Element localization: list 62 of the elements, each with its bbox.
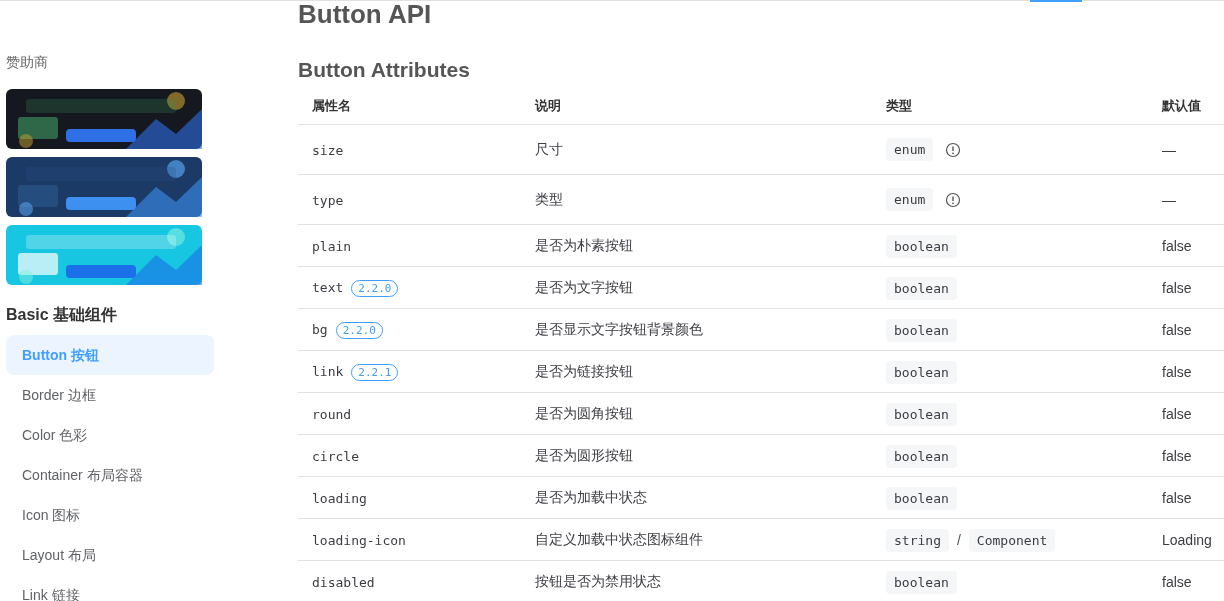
attribute-name: loading	[312, 490, 367, 506]
default-value: false	[1162, 489, 1192, 506]
default-value: —	[1162, 141, 1176, 158]
sponsor-label: 赞助商	[6, 53, 49, 72]
description-text: 是否为链接按钮	[535, 362, 633, 379]
attribute-name: loading-icon	[312, 532, 406, 548]
description-text: 是否为圆角按钮	[535, 404, 633, 421]
type-code: boolean	[886, 360, 957, 384]
attribute-name: type	[312, 192, 344, 208]
nav-item[interactable]: Color 色彩	[6, 415, 214, 455]
description-text: 是否为加载中状态	[535, 488, 647, 505]
attribute-name: bg	[312, 321, 328, 337]
info-icon[interactable]	[945, 192, 962, 209]
default-value: false	[1162, 573, 1192, 590]
active-indicator	[1030, 0, 1082, 2]
type-code: string	[886, 528, 949, 552]
default-value: false	[1162, 405, 1192, 422]
section-title: Basic 基础组件	[6, 305, 119, 325]
attribute-name: round	[312, 406, 352, 422]
nav-item[interactable]: Container 布局容器	[6, 455, 214, 495]
default-value: Loading	[1162, 531, 1212, 548]
description-text: 自定义加载中状态图标组件	[535, 530, 703, 547]
attribute-name: text	[312, 279, 344, 295]
type-code: boolean	[886, 276, 957, 300]
type-code: boolean	[886, 402, 957, 426]
attribute-name: link	[312, 363, 344, 379]
default-value: false	[1162, 237, 1192, 254]
type-code: boolean	[886, 234, 957, 258]
separator-text: /	[956, 531, 961, 548]
description-text: 是否为文字按钮	[535, 278, 633, 295]
info-icon[interactable]	[945, 142, 962, 159]
attribute-name: size	[312, 142, 344, 158]
nav-item[interactable]: Border 边框	[6, 375, 214, 415]
default-value: false	[1162, 279, 1192, 296]
type-code: boolean	[886, 318, 957, 342]
column-header: 属性名	[312, 97, 351, 113]
section-heading: Button Attributes	[298, 57, 470, 83]
type-code: boolean	[886, 570, 957, 594]
default-value: false	[1162, 447, 1192, 464]
page-title: Button API	[298, 0, 432, 30]
type-code: boolean	[886, 444, 957, 468]
description-text: 按钮是否为禁用状态	[535, 572, 661, 589]
description-text: 是否显示文字按钮背景颜色	[535, 320, 703, 337]
nav-item[interactable]: Layout 布局	[6, 535, 214, 575]
description-text: 是否为圆形按钮	[535, 446, 633, 463]
default-value: false	[1162, 363, 1192, 380]
column-header: 类型	[886, 97, 912, 113]
type-code: enum	[886, 137, 934, 161]
column-header: 说明	[535, 97, 561, 113]
description-text: 是否为朴素按钮	[535, 236, 633, 253]
attribute-name: disabled	[312, 574, 375, 590]
description-text: 尺寸	[535, 140, 563, 157]
column-header: 默认值	[1162, 97, 1201, 113]
description-text: 类型	[535, 190, 563, 207]
default-value: —	[1162, 191, 1176, 208]
attribute-name: circle	[312, 448, 359, 464]
type-code: enum	[886, 187, 934, 211]
default-value: false	[1162, 321, 1192, 338]
nav-item[interactable]: Icon 图标	[6, 495, 214, 535]
attribute-name: plain	[312, 238, 352, 254]
type-code: boolean	[886, 486, 957, 510]
type-code: Component	[968, 528, 1056, 552]
